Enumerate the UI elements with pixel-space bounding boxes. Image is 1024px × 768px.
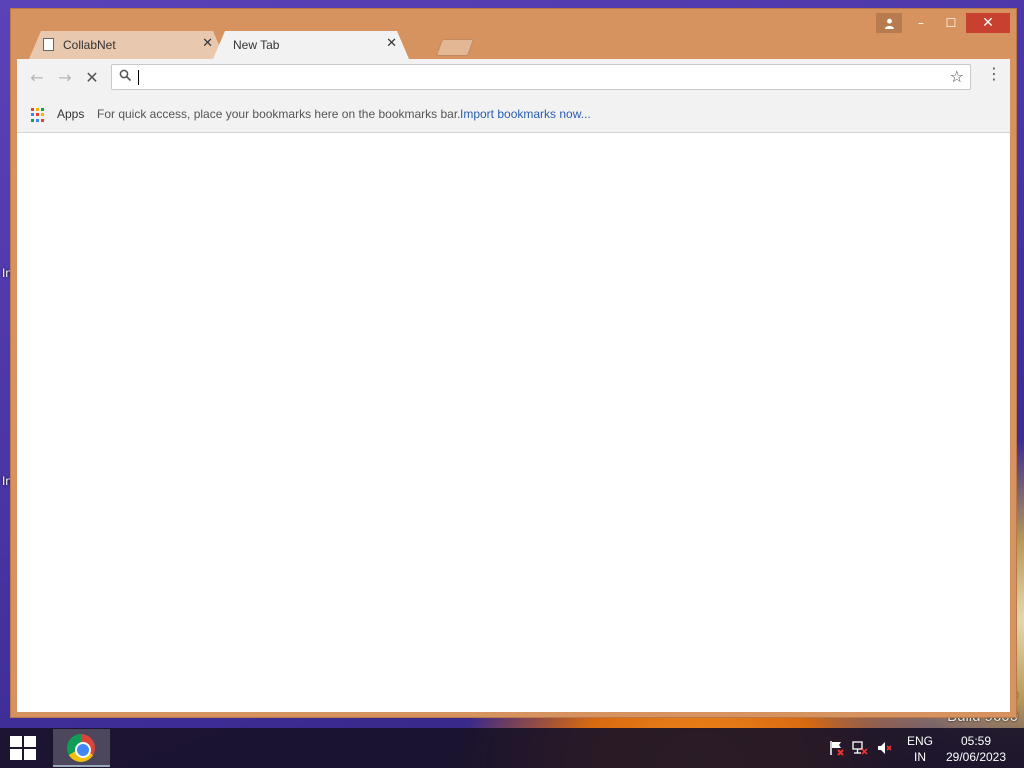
bookmarks-hint: For quick access, place your bookmarks h… xyxy=(97,107,461,121)
maximize-button[interactable]: ☐ xyxy=(936,13,966,33)
maximize-icon: ☐ xyxy=(945,16,957,30)
minimize-icon: – xyxy=(918,16,924,30)
tab-close-icon[interactable]: ✕ xyxy=(386,36,397,51)
address-input[interactable] xyxy=(136,67,936,87)
apps-grid-icon[interactable] xyxy=(31,108,45,122)
page-content xyxy=(17,133,1010,712)
clock-time: 05:59 xyxy=(960,734,992,748)
forward-arrow-icon: → xyxy=(58,67,72,87)
tab-close-icon[interactable]: ✕ xyxy=(202,36,213,51)
flag-icon[interactable] xyxy=(829,740,845,756)
import-bookmarks-link[interactable]: Import bookmarks now... xyxy=(460,107,591,121)
tab-title: CollabNet xyxy=(63,38,116,52)
network-icon[interactable] xyxy=(852,740,868,756)
browser-window: – ☐ ✕ CollabNet ✕ New Tab ✕ ← → ✕ ☆ ⋮ Ap… xyxy=(10,8,1017,718)
browser-toolbar: ← → ✕ ☆ ⋮ xyxy=(17,59,1010,95)
clock-date: 29/06/2023 xyxy=(945,750,1007,764)
language-indicator[interactable]: ENG IN xyxy=(906,733,934,765)
stop-button[interactable]: ✕ xyxy=(82,67,102,87)
menu-icon[interactable]: ⋮ xyxy=(986,66,1002,82)
profile-button[interactable] xyxy=(876,13,902,33)
tab-strip: CollabNet ✕ New Tab ✕ xyxy=(29,31,475,59)
volume-muted-icon[interactable] xyxy=(877,740,893,756)
taskbar: ENG IN 05:59 29/06/2023 xyxy=(0,728,1024,768)
page-icon xyxy=(43,38,54,51)
clock[interactable]: 05:59 29/06/2023 xyxy=(944,733,1008,765)
stop-icon: ✕ xyxy=(85,67,99,87)
close-window-button[interactable]: ✕ xyxy=(966,13,1010,33)
address-bar[interactable]: ☆ xyxy=(111,64,971,90)
person-icon xyxy=(884,18,894,29)
language-region: IN xyxy=(914,750,926,764)
window-controls: – ☐ ✕ xyxy=(876,13,1010,33)
forward-button[interactable]: → xyxy=(55,67,75,87)
new-tab-button[interactable] xyxy=(435,39,475,56)
tab-collabnet[interactable]: CollabNet ✕ xyxy=(29,31,225,59)
bookmark-star-icon[interactable]: ☆ xyxy=(950,67,964,86)
language-code: ENG xyxy=(906,734,933,748)
search-icon xyxy=(119,69,132,82)
back-button[interactable]: ← xyxy=(27,67,47,87)
tab-new-tab[interactable]: New Tab ✕ xyxy=(213,31,409,59)
back-arrow-icon: ← xyxy=(30,67,44,87)
apps-shortcut[interactable]: Apps xyxy=(57,107,84,121)
text-caret xyxy=(138,70,139,85)
close-icon: ✕ xyxy=(982,15,994,31)
system-tray: ENG IN 05:59 29/06/2023 xyxy=(0,728,1024,768)
minimize-button[interactable]: – xyxy=(906,13,936,33)
tab-title: New Tab xyxy=(233,38,280,52)
bookmarks-bar: Apps For quick access, place your bookma… xyxy=(17,95,1010,133)
